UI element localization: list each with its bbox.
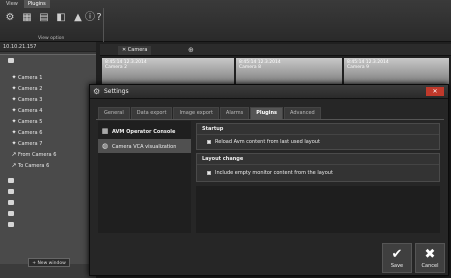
- add-tab-icon[interactable]: ⊕: [188, 46, 194, 55]
- tab-plugins[interactable]: Plugins: [250, 107, 284, 119]
- tree-folder[interactable]: [0, 188, 96, 197]
- tab-data-export[interactable]: Data export: [130, 107, 173, 119]
- checkbox-label: Include empty monitor content from the l…: [215, 170, 333, 176]
- tree-folder[interactable]: [0, 221, 96, 230]
- close-button[interactable]: ✕: [426, 87, 444, 96]
- save-button[interactable]: ✔ Save: [382, 243, 412, 273]
- folder-icon: [8, 189, 14, 194]
- tree-folder[interactable]: [0, 199, 96, 208]
- ribbon-tab-view[interactable]: View: [2, 0, 22, 8]
- tree-camera-1[interactable]: ✦Camera 1: [0, 73, 96, 82]
- gear-icon: ⚙: [93, 87, 101, 96]
- settings-tabs: General Data export Image export Alarms …: [98, 107, 321, 119]
- camera-icon: ✦: [11, 96, 17, 103]
- camera-icon: ◍: [101, 142, 109, 150]
- tree-group[interactable]: [0, 57, 96, 66]
- folder-icon: [8, 222, 14, 227]
- tree-to-camera[interactable]: ↗To Camera 6: [0, 161, 96, 170]
- tree-camera-5[interactable]: ✦Camera 5: [0, 117, 96, 126]
- plugin-item-camera-vca[interactable]: ◍ Camera VCA visualization: [98, 139, 191, 153]
- plugin-item-avm-operator-console[interactable]: ▦ AVM Operator Console: [98, 124, 191, 138]
- layout-icon[interactable]: ▦: [21, 12, 33, 24]
- folder-icon: [8, 211, 14, 216]
- checkbox-label: Reload Avm content from last used layout: [215, 139, 320, 145]
- startup-section: Startup Reload Avm content from last use…: [196, 123, 440, 150]
- tab-image-export[interactable]: Image export: [173, 107, 219, 119]
- tree-camera-2[interactable]: ✦Camera 2: [0, 84, 96, 93]
- tree-from-camera[interactable]: ↗From Camera 6: [0, 150, 96, 159]
- tab-divider: [96, 119, 444, 120]
- arrow-icon: ↗: [11, 151, 17, 158]
- new-window-button[interactable]: + New window: [28, 258, 70, 267]
- tree-camera-7[interactable]: ✦Camera 7: [0, 139, 96, 148]
- camera-tree[interactable]: ✦Camera 1 ✦Camera 2 ✦Camera 3 ✦Camera 4 …: [0, 54, 96, 264]
- ribbon-group-label: View option: [38, 36, 65, 41]
- gear-icon[interactable]: ⚙: [4, 12, 16, 24]
- settings-dialog: ⚙ Settings ✕ General Data export Image e…: [89, 84, 449, 276]
- camera-icon: ✦: [11, 118, 17, 125]
- help-icon[interactable]: ?: [93, 12, 105, 24]
- view-tabs: ✕ Camera ⊕: [100, 44, 451, 56]
- dialog-title: Settings: [104, 88, 129, 95]
- cancel-button[interactable]: ✖ Cancel: [415, 243, 445, 273]
- folder-icon: [8, 178, 14, 183]
- ribbon-bar: View Plugins ⚙ ▦ ▤ ◧ ▲ ⓘ ? View option: [0, 0, 451, 42]
- dialog-titlebar[interactable]: ⚙ Settings ✕: [90, 85, 448, 99]
- video-timestamp: 8:45:14 12.3.2014 Camera 8: [239, 60, 281, 70]
- camera-icon: ✦: [11, 107, 17, 114]
- notification-icon[interactable]: ▲: [72, 12, 84, 24]
- camera-icon[interactable]: ◧: [55, 12, 67, 24]
- section-title: Layout change: [197, 154, 439, 165]
- ribbon-tabs: View Plugins: [2, 0, 50, 8]
- check-icon: ✔: [391, 247, 403, 262]
- ribbon-tab-plugins[interactable]: Plugins: [23, 0, 50, 8]
- camera-sidebar: 10.10.21.157 ✦Camera 1 ✦Camera 2 ✦Camera…: [0, 42, 96, 278]
- tab-general[interactable]: General: [98, 107, 130, 119]
- close-icon: ✖: [424, 247, 436, 262]
- tab-alarms[interactable]: Alarms: [219, 107, 250, 119]
- video-timestamp: 8:45:14 12.3.2014 Camera 2: [105, 60, 147, 70]
- film-icon: ▦: [101, 127, 109, 135]
- camera-icon: ✦: [11, 129, 17, 136]
- tree-folder[interactable]: [0, 177, 96, 186]
- arrow-icon: ↗: [11, 162, 17, 169]
- plugin-list: ▦ AVM Operator Console ◍ Camera VCA visual…: [98, 121, 191, 233]
- ribbon-group-view-option: ⚙ ▦ ▤ ◧ ▲ ⓘ ? View option: [0, 8, 104, 42]
- layout-change-section: Layout change Include empty monitor cont…: [196, 153, 440, 182]
- camera-icon: ✦: [11, 85, 17, 92]
- folder-icon: [8, 200, 14, 205]
- include-empty-checkbox[interactable]: [207, 171, 211, 175]
- reload-content-checkbox[interactable]: [207, 140, 211, 144]
- camera-icon: ✦: [11, 74, 17, 81]
- tree-folder[interactable]: [0, 210, 96, 219]
- camera-icon: ✦: [11, 140, 17, 147]
- document-icon[interactable]: ▤: [38, 12, 50, 24]
- server-address: 10.10.21.157: [0, 42, 96, 52]
- section-title: Startup: [197, 124, 439, 135]
- tree-camera-3[interactable]: ✦Camera 3: [0, 95, 96, 104]
- tree-camera-6[interactable]: ✦Camera 6: [0, 128, 96, 137]
- tab-camera-view[interactable]: ✕ Camera: [118, 46, 152, 55]
- tree-camera-4[interactable]: ✦Camera 4: [0, 106, 96, 115]
- tab-advanced[interactable]: Advanced: [284, 107, 321, 119]
- plugin-settings-area: [196, 186, 440, 233]
- folder-icon: [8, 58, 14, 63]
- video-timestamp: 8:45:14 12.3.2014 Camera 9: [347, 60, 389, 70]
